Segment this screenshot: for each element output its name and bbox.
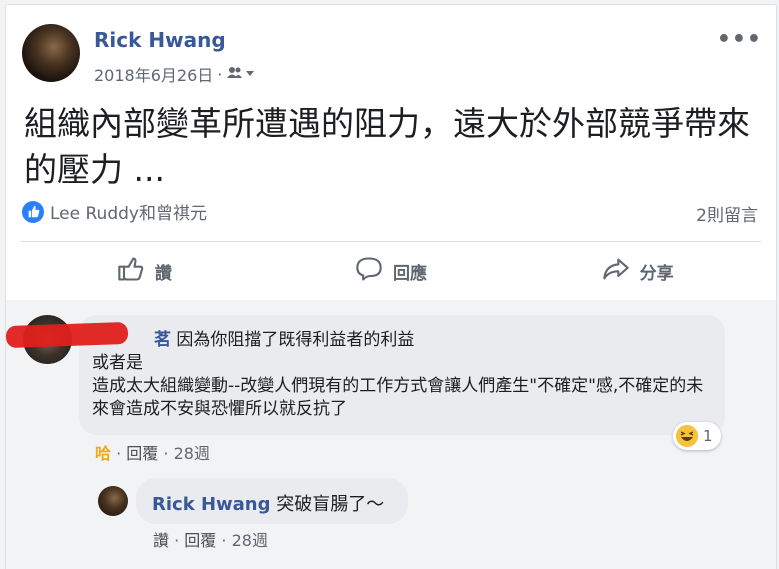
comment-time[interactable]: 28週 bbox=[174, 444, 210, 463]
reply-actions: 讚 · 回覆 · 28週 bbox=[153, 527, 268, 551]
commenter-name[interactable]: 茗 bbox=[154, 330, 171, 350]
comment-count[interactable]: 2則留言 bbox=[696, 201, 758, 226]
comment-actions: 哈 · 回覆 · 28週 bbox=[95, 440, 210, 464]
separator: · bbox=[221, 531, 227, 550]
post-card: Rick Hwang 2018年6月26日 · ••• 組織內部變革所遭遇的阻力… bbox=[5, 4, 777, 302]
post-text: 組織內部變革所遭遇的阻力，遠大於外部競爭帶來的壓力 ... bbox=[24, 104, 750, 189]
like-label: 讚 bbox=[154, 263, 172, 284]
comment-line-3: 造成太大組織變動--改變人們現有的工作方式會讓人們產生"不確定"感,不確定的未來… bbox=[92, 376, 704, 419]
speech-bubble-icon bbox=[355, 255, 383, 288]
more-icon[interactable]: ••• bbox=[717, 27, 762, 52]
thumbs-up-icon bbox=[117, 255, 145, 288]
reply-reply-link[interactable]: 回覆 bbox=[184, 531, 216, 550]
author-avatar[interactable] bbox=[22, 24, 80, 82]
reaction-count: 1 bbox=[703, 427, 713, 445]
post-date[interactable]: 2018年6月26日 bbox=[94, 62, 213, 86]
share-arrow-icon bbox=[602, 255, 630, 288]
reply-avatar[interactable] bbox=[98, 486, 128, 516]
meta-separator: · bbox=[217, 64, 223, 84]
haha-emoji-icon bbox=[676, 425, 698, 447]
haha-reaction-link[interactable]: 哈 bbox=[95, 444, 111, 463]
divider bbox=[21, 241, 761, 242]
comments-section: 茗 因為你阻擋了既得利益者的利益 或者是 造成太大組織變動--改變人們現有的工作… bbox=[5, 300, 777, 569]
share-button[interactable]: 分享 bbox=[514, 251, 761, 291]
separator: · bbox=[163, 444, 169, 463]
reply-author[interactable]: Rick Hwang bbox=[152, 494, 270, 515]
reply-content: 突破盲腸了～ bbox=[276, 494, 385, 515]
post-author[interactable]: Rick Hwang bbox=[94, 28, 226, 52]
share-label: 分享 bbox=[639, 263, 674, 284]
separator: · bbox=[116, 444, 122, 463]
separator: · bbox=[174, 531, 180, 550]
friends-icon[interactable] bbox=[226, 65, 256, 84]
post-meta: 2018年6月26日 · bbox=[94, 62, 256, 86]
reply-link[interactable]: 回覆 bbox=[126, 444, 158, 463]
reply-time[interactable]: 28週 bbox=[232, 531, 268, 550]
like-button[interactable]: 讚 bbox=[21, 251, 268, 291]
like-badge-icon bbox=[22, 200, 44, 223]
comment-line-1: 因為你阻擋了既得利益者的利益 bbox=[176, 330, 415, 350]
reaction-summary[interactable]: Lee Ruddy和曾祺元 bbox=[22, 199, 207, 224]
comment-button[interactable]: 回應 bbox=[268, 251, 515, 291]
comment-label: 回應 bbox=[393, 263, 427, 284]
comment-line-2: 或者是 bbox=[92, 353, 143, 373]
reply-like-link[interactable]: 讚 bbox=[153, 531, 169, 550]
reply-text: Rick Hwang 突破盲腸了～ bbox=[152, 490, 384, 516]
reaction-chip[interactable]: 1 bbox=[673, 422, 721, 450]
reactor-names[interactable]: Lee Ruddy和曾祺元 bbox=[50, 199, 207, 224]
comment-text: 茗 因為你阻擋了既得利益者的利益 或者是 造成太大組織變動--改變人們現有的工作… bbox=[92, 329, 712, 421]
action-bar: 讚 回應 分享 bbox=[21, 251, 761, 291]
